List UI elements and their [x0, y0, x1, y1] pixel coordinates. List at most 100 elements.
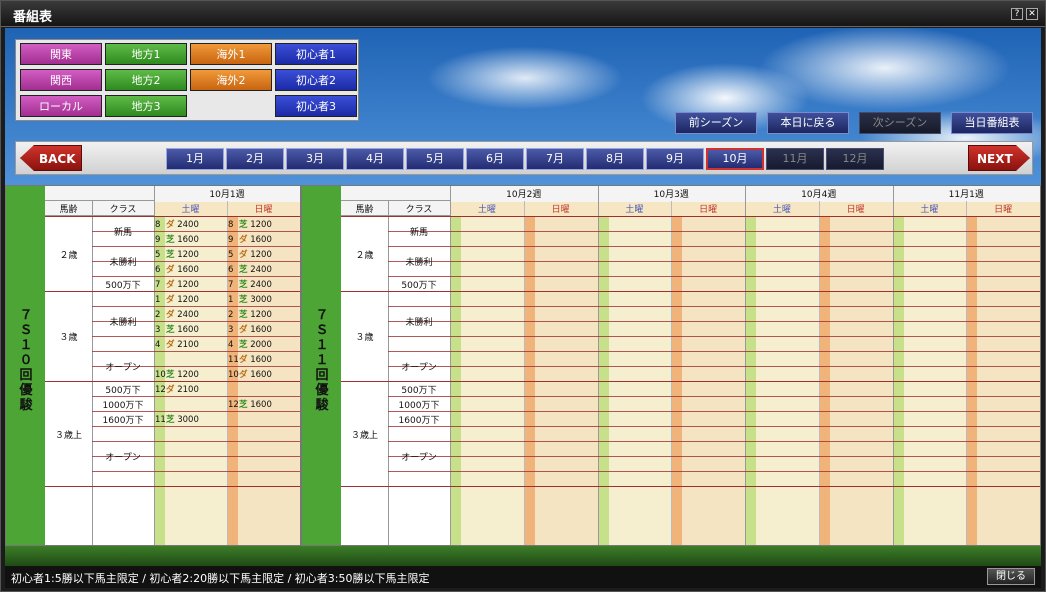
- race-entry[interactable]: 1ダ 1200: [155, 293, 199, 305]
- race-distance: 2000: [247, 340, 272, 350]
- month-tab[interactable]: 11月: [766, 148, 824, 170]
- sat-header: 土曜: [745, 202, 819, 216]
- race-entry[interactable]: 7ダ 1200: [155, 278, 199, 290]
- help-icon[interactable]: ?: [1011, 8, 1023, 20]
- row-line: [388, 351, 1040, 352]
- category-button[interactable]: 初心者1: [275, 43, 357, 65]
- month-tab[interactable]: 10月: [706, 148, 764, 170]
- row-line: [388, 396, 1040, 397]
- turf-badge: 芝: [166, 250, 175, 260]
- race-entry[interactable]: 8芝 1200: [228, 218, 272, 230]
- race-entry[interactable]: 7芝 2400: [228, 278, 272, 290]
- next-button[interactable]: NEXT: [968, 145, 1030, 171]
- race-entry[interactable]: 2芝 1200: [228, 308, 272, 320]
- month-tab[interactable]: 4月: [346, 148, 404, 170]
- month-tab[interactable]: 2月: [226, 148, 284, 170]
- category-button[interactable]: 海外2: [190, 69, 272, 91]
- row-line: [92, 246, 300, 247]
- age-line: [45, 486, 300, 487]
- race-number: 7: [155, 280, 161, 290]
- day-divider: [671, 201, 673, 545]
- race-entry[interactable]: 6ダ 1600: [155, 263, 199, 275]
- race-entry[interactable]: 3ダ 1600: [228, 323, 272, 335]
- race-entry[interactable]: 4ダ 2100: [155, 338, 199, 350]
- week-header: 10月2週: [506, 190, 542, 200]
- category-button[interactable]: 関東: [20, 43, 102, 65]
- dirt-badge: ダ: [239, 235, 248, 245]
- category-button[interactable]: 初心者2: [275, 69, 357, 91]
- month-tab[interactable]: 12月: [826, 148, 884, 170]
- race-number: 1: [155, 295, 161, 305]
- race-entry[interactable]: 12ダ 2100: [155, 383, 199, 395]
- race-entry[interactable]: 10ダ 1600: [228, 368, 272, 380]
- category-selector: 関東 地方1 海外1 初心者1 関西 地方2 海外2 初心者2 ローカル 地方3 初心者3: [15, 39, 359, 121]
- dirt-badge: ダ: [166, 220, 175, 230]
- row-line: [388, 261, 1040, 262]
- race-entry[interactable]: 6芝 2400: [228, 263, 272, 275]
- race-entry[interactable]: 3芝 1600: [155, 323, 199, 335]
- category-button[interactable]: 初心者3: [275, 95, 357, 117]
- row-line: [388, 456, 1040, 457]
- race-distance: 1600: [174, 235, 199, 245]
- race-distance: 1600: [247, 370, 272, 380]
- close-button[interactable]: 閉じる: [987, 568, 1035, 585]
- month-tab[interactable]: 3月: [286, 148, 344, 170]
- class-label: 1600万下: [398, 415, 440, 426]
- sun-header: 日曜: [523, 202, 598, 216]
- dirt-badge: ダ: [239, 355, 248, 365]
- race-entry[interactable]: 9芝 1600: [155, 233, 199, 245]
- back-to-today-button[interactable]: 本日に戻る: [767, 112, 849, 134]
- class-label: 未勝利: [405, 318, 433, 328]
- race-entry[interactable]: 1芝 3000: [228, 293, 272, 305]
- race-entry[interactable]: 8ダ 2400: [155, 218, 199, 230]
- class-label: 500万下: [105, 385, 141, 396]
- race-entry[interactable]: 9ダ 1600: [228, 233, 272, 245]
- back-button[interactable]: BACK: [20, 145, 82, 171]
- col-class-header: クラス: [405, 205, 433, 215]
- race-distance: 3000: [174, 415, 199, 425]
- race-distance: 3000: [247, 295, 272, 305]
- category-button[interactable]: 地方3: [105, 95, 187, 117]
- col-divider: [388, 201, 389, 545]
- close-icon[interactable]: ✕: [1026, 8, 1038, 20]
- race-entry[interactable]: 4芝 2000: [228, 338, 272, 350]
- race-distance: 1600: [247, 400, 272, 410]
- category-button[interactable]: ローカル: [20, 95, 102, 117]
- category-button[interactable]: 地方2: [105, 69, 187, 91]
- race-distance: 1200: [247, 220, 272, 230]
- month-tab[interactable]: 5月: [406, 148, 464, 170]
- status-text: 初心者1:5勝以下馬主限定 / 初心者2:20勝以下馬主限定 / 初心者3:50…: [11, 572, 430, 585]
- month-tab[interactable]: 6月: [466, 148, 524, 170]
- row-line: [92, 336, 300, 337]
- month-tab[interactable]: 8月: [586, 148, 644, 170]
- race-distance: 2400: [174, 310, 199, 320]
- month-tab[interactable]: 1月: [166, 148, 224, 170]
- category-button[interactable]: 地方1: [105, 43, 187, 65]
- class-label: 新馬: [113, 228, 132, 238]
- dirt-badge: ダ: [239, 325, 248, 335]
- class-label: オープン: [105, 453, 141, 463]
- race-entry[interactable]: 12芝 1600: [228, 398, 272, 410]
- row-line: [388, 471, 1040, 472]
- category-button[interactable]: 海外1: [190, 43, 272, 65]
- today-program-button[interactable]: 当日番組表: [951, 112, 1033, 134]
- prev-season-button[interactable]: 前シーズン: [675, 112, 757, 134]
- race-entry[interactable]: 5芝 1200: [155, 248, 199, 260]
- race-entry[interactable]: 2ダ 2400: [155, 308, 199, 320]
- month-tab[interactable]: 7月: [526, 148, 584, 170]
- category-button[interactable]: 関西: [20, 69, 102, 91]
- month-tab[interactable]: 9月: [646, 148, 704, 170]
- race-entry[interactable]: 11芝 3000: [155, 413, 199, 425]
- schedule-panel-left: ７Ｓ １０回 優駿 馬齢 クラス 10月1週 土曜 日曜 ２歳 ３歳 ３歳上 新馬 未勝利 500万下…: [5, 185, 301, 546]
- race-number: 5: [228, 250, 234, 260]
- row-line: [92, 426, 300, 427]
- window-title: 番組表: [13, 10, 53, 25]
- race-entry[interactable]: 5ダ 1200: [228, 248, 272, 260]
- sat-header: 土曜: [892, 202, 967, 216]
- race-entry[interactable]: 11ダ 1600: [228, 353, 272, 365]
- race-entry[interactable]: 10芝 1200: [155, 368, 199, 380]
- race-distance: 2400: [174, 220, 199, 230]
- race-number: 1: [228, 295, 234, 305]
- next-season-button[interactable]: 次シーズン: [859, 112, 941, 134]
- category-empty-slot: [190, 95, 272, 117]
